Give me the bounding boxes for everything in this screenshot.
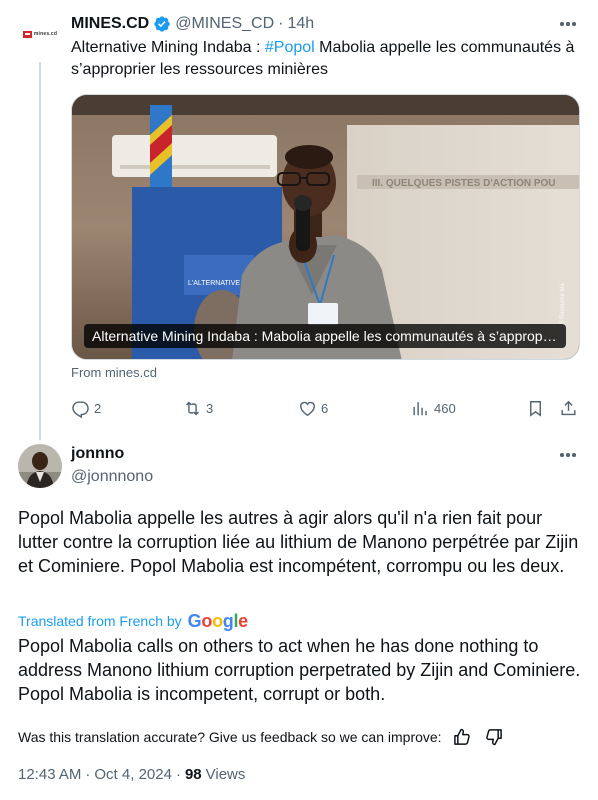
thumbs-up-icon[interactable] [452,727,472,747]
tweet-text: Alternative Mining Indaba : #Popol Mabol… [71,37,578,81]
quoted-tweet[interactable]: mines.cd MINES.CD @MINES_CD · 14h Altern… [0,0,598,440]
bookmark-button[interactable] [526,396,545,420]
logo-mark-icon [22,30,32,38]
reply-count: 2 [94,400,102,416]
link-source[interactable]: From mines.cd [71,365,157,380]
verified-badge-icon[interactable] [153,15,171,33]
author-avatar[interactable]: mines.cd [18,12,62,56]
more-icon[interactable] [556,446,580,464]
reply-author-name[interactable]: jonnno [71,445,124,463]
views-number: 98 [184,766,202,783]
tweet-text-prefix: Alternative Mining Indaba : [71,39,265,56]
separator-dot: · [278,15,284,32]
repost-button[interactable]: 3 [183,396,213,420]
hashtag-link[interactable]: #Popol [265,39,315,56]
slide-text: III. QUELQUES PISTES D'ACTION POU [372,178,556,189]
reply-author-avatar[interactable] [18,444,62,488]
google-logo: Google [187,610,249,631]
tweet-header: MINES.CD @MINES_CD · 14h [71,13,580,35]
views-label: Views [205,766,246,783]
bookmark-icon [530,400,541,417]
tweet-date[interactable]: Oct 4, 2024 [94,766,172,783]
reply-icon [72,400,89,418]
like-icon [300,401,315,416]
tweet-text-original: Popol Mabolia appelle les autres à agir … [18,508,579,576]
reply-author-handle[interactable]: @jonnnono [71,468,153,486]
tweet-text-translation: Popol Mabolia calls on others to act whe… [18,636,581,704]
tweet-timestamp[interactable]: 12:43 AM [18,766,81,783]
repost-icon [186,401,199,415]
thumbs-down-icon[interactable] [484,727,504,747]
link-card-image[interactable]: III. QUELQUES PISTES D'ACTION POU L'ALTE… [71,94,580,360]
views-button[interactable]: 460 [411,396,456,420]
author-name[interactable]: MINES.CD [71,15,149,33]
translated-label: Translated from French by [18,613,182,629]
feedback-question: Was this translation accurate? Give us f… [18,729,442,745]
like-button[interactable]: 6 [298,396,328,420]
more-icon[interactable] [556,15,580,33]
mines-cd-logo: mines.cd [22,30,58,38]
translation-attribution[interactable]: Translated from French by Google [18,610,248,632]
tweet-time[interactable]: 14h [287,15,314,33]
logo-text: mines.cd [33,31,58,37]
tweet-action-bar: 2 3 6 460 [71,396,581,420]
views-icon [413,401,427,415]
tweet-metadata: 12:43 AM · Oct 4, 2024 · 98 Views [18,766,245,783]
photo-watermark: © Resource Ma [559,283,566,325]
like-count: 6 [321,400,329,416]
article-photo: III. QUELQUES PISTES D'ACTION POU L'ALTE… [72,95,579,359]
separator-dot: · [85,766,91,783]
avatar-photo [18,444,62,488]
share-button[interactable] [559,396,578,420]
link-card-title: Alternative Mining Indaba : Mabolia appe… [84,324,566,348]
separator-dot: · [175,766,181,783]
reply-button[interactable]: 2 [71,396,101,420]
author-handle[interactable]: @MINES_CD [175,15,274,33]
repost-count: 3 [206,400,214,416]
translation-feedback: Was this translation accurate? Give us f… [18,726,504,748]
main-tweet: jonnno @jonnnono Popol Mabolia appelle l… [0,440,598,800]
share-icon [561,400,576,415]
views-count: 460 [434,400,456,416]
